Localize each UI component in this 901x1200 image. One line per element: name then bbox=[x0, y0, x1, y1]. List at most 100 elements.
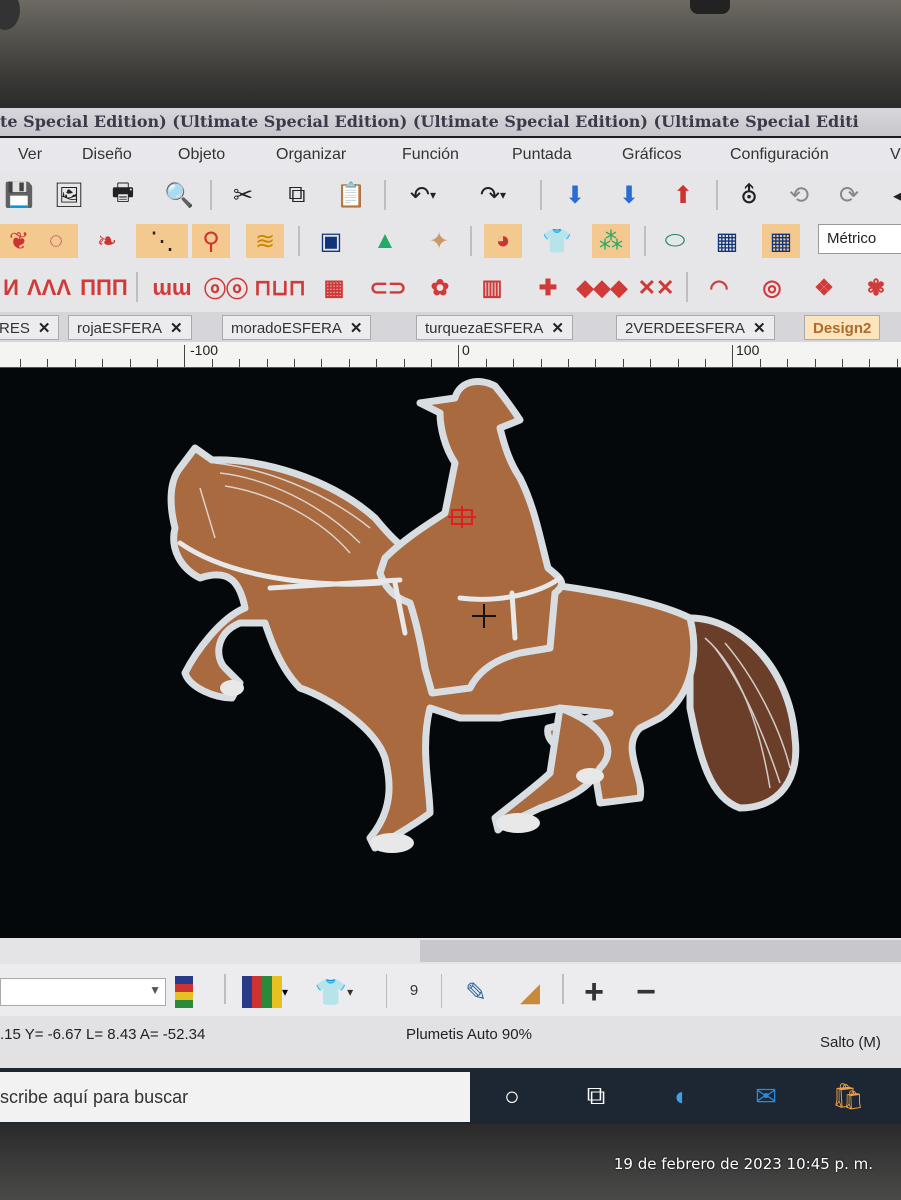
star-icon[interactable]: ✦ bbox=[420, 224, 458, 258]
horizontal-scrollbar[interactable] bbox=[0, 938, 901, 964]
save-icon[interactable]: 💾 bbox=[0, 178, 38, 212]
running-stitch-icon[interactable]: ⋱ bbox=[136, 224, 188, 258]
mail-icon[interactable]: ✉ bbox=[746, 1076, 786, 1116]
close-icon[interactable]: ✕ bbox=[753, 320, 766, 337]
ruler-minor-tick bbox=[623, 359, 624, 367]
toolbar-separator bbox=[686, 272, 688, 302]
tab-rojaesfera[interactable]: rojaESFERA ✕ bbox=[68, 315, 192, 340]
color-swatch-strip-icon[interactable] bbox=[172, 974, 196, 1010]
copy-icon[interactable]: ⧉ bbox=[278, 178, 316, 212]
tab-moradoesfera[interactable]: moradoESFERA ✕ bbox=[222, 315, 372, 340]
stitch-spiral-icon[interactable]: ◎ bbox=[750, 272, 794, 304]
tab-res[interactable]: RES ✕ bbox=[0, 315, 60, 340]
task-view-icon[interactable]: ⧉ bbox=[576, 1076, 616, 1116]
paint-bucket-icon[interactable]: ◢ bbox=[508, 974, 552, 1010]
redo-icon[interactable]: ↷ ▾ bbox=[468, 178, 518, 212]
thread-chart-select[interactable]: ▼ bbox=[0, 978, 166, 1006]
zoom-spin-input[interactable]: 9 bbox=[386, 974, 442, 1008]
stitch-wave-icon[interactable]: ɯɯ bbox=[148, 272, 196, 304]
stitch-x-pattern-icon[interactable]: ✕✕ bbox=[632, 272, 680, 304]
paste-icon[interactable]: 📋 bbox=[332, 178, 370, 212]
windows-taskbar: scribe aquí para buscar ○ ⧉ ◐ ✉ 🛍 bbox=[0, 1068, 901, 1124]
menu-item-funcion[interactable]: Función bbox=[402, 138, 459, 172]
scrollbar-thumb[interactable] bbox=[420, 940, 901, 962]
ruler-minor-tick bbox=[184, 359, 185, 367]
menu-item-diseno[interactable]: Diseño bbox=[82, 138, 132, 172]
print-preview-icon[interactable]: 🔍 bbox=[160, 178, 198, 212]
edge-browser-icon[interactable]: ◐ bbox=[662, 1076, 702, 1116]
hoop-icon[interactable]: ⬭ bbox=[656, 224, 694, 258]
applique-icon[interactable]: ◕ bbox=[484, 224, 522, 258]
taskbar-search-input[interactable]: scribe aquí para buscar bbox=[0, 1072, 470, 1122]
picture-icon[interactable]: ▣ bbox=[312, 224, 350, 258]
leaf-fill-icon[interactable]: ❧ bbox=[88, 224, 126, 258]
color-palette-icon[interactable]: ⁂ bbox=[592, 224, 630, 258]
stitch-fill-icon[interactable]: ▦ bbox=[312, 272, 356, 304]
tab-2verdeesfera[interactable]: 2VERDEESFERA ✕ bbox=[616, 315, 775, 340]
stitch-comb-icon[interactable]: ΠΠΠ bbox=[80, 272, 128, 304]
tab-label: moradoESFERA bbox=[231, 320, 342, 337]
toolbar-separator bbox=[224, 974, 226, 1004]
units-select[interactable]: Métrico bbox=[818, 224, 901, 254]
write-to-card-icon[interactable]: ⬇ bbox=[610, 178, 648, 212]
stitch-chain-icon[interactable]: ⊂⊃ bbox=[364, 272, 412, 304]
task-view-circle-icon[interactable]: ○ bbox=[492, 1076, 532, 1116]
stitch-ornament-icon[interactable]: ✾ bbox=[854, 272, 898, 304]
optimize-icon[interactable]: ⟳ bbox=[830, 178, 868, 212]
stitch-motif-icon[interactable]: ❖ bbox=[802, 272, 846, 304]
tab-label: 2VERDEESFERA bbox=[625, 320, 746, 337]
zoom-out-icon[interactable]: − bbox=[624, 973, 668, 1011]
fish-icon[interactable]: ≋ bbox=[246, 224, 284, 258]
stitch-square-wave-icon[interactable]: ⊓⊔⊓ bbox=[254, 272, 306, 304]
stitch-loop-icon[interactable]: ⓞⓞ bbox=[202, 272, 250, 304]
import-artwork-icon[interactable]: 🖼 bbox=[50, 178, 88, 212]
leaf-outline-icon[interactable]: ◌ bbox=[34, 224, 78, 258]
menu-item-graficos[interactable]: Gráficos bbox=[622, 138, 682, 172]
eyedropper-icon[interactable]: ✎ bbox=[454, 974, 498, 1010]
store-icon[interactable]: 🛍 bbox=[828, 1076, 868, 1116]
recolor-icon[interactable]: ⟲ bbox=[780, 178, 818, 212]
stitch-cross-icon[interactable]: ✚ bbox=[524, 272, 572, 304]
zoom-in-icon[interactable]: + bbox=[572, 973, 616, 1011]
feather-icon[interactable]: ❦ bbox=[0, 224, 38, 258]
tab-design2[interactable]: Design2 bbox=[804, 315, 881, 340]
stitch-player-icon[interactable]: ⛢ bbox=[730, 178, 768, 212]
color-grid-icon[interactable]: ▾ bbox=[236, 974, 294, 1010]
tab-turquezaesfera[interactable]: turquezaESFERA ✕ bbox=[416, 315, 573, 340]
close-icon[interactable]: ✕ bbox=[350, 320, 363, 337]
shapes-icon[interactable]: ▲ bbox=[366, 224, 404, 258]
menu-item-puntada[interactable]: Puntada bbox=[512, 138, 572, 172]
ruler-minor-tick bbox=[212, 359, 213, 367]
cut-icon[interactable]: ✂ bbox=[224, 178, 262, 212]
fabric-tshirt-icon[interactable]: 👕 ▾ bbox=[304, 974, 364, 1010]
grid-settings-icon[interactable]: ▦ bbox=[762, 224, 800, 258]
close-icon[interactable]: ✕ bbox=[170, 320, 183, 337]
tab-label: Design2 bbox=[813, 320, 872, 337]
grid-icon[interactable]: ▦ bbox=[708, 224, 746, 258]
colors-sequence-icon[interactable]: ⬆ bbox=[664, 178, 702, 212]
cactus-icon[interactable]: ⚲ bbox=[192, 224, 230, 258]
design-canvas[interactable] bbox=[0, 368, 901, 938]
menu-item-overflow[interactable]: V bbox=[890, 138, 901, 172]
close-icon[interactable]: ✕ bbox=[551, 320, 564, 337]
send-to-machine-icon[interactable]: ⬇ bbox=[556, 178, 594, 212]
tshirt-icon[interactable]: 👕 bbox=[538, 224, 576, 258]
menu-item-ver[interactable]: Ver bbox=[18, 138, 42, 172]
print-icon[interactable]: 🖶 bbox=[104, 178, 142, 212]
stitch-satin-icon[interactable]: ΛΛΛ bbox=[27, 272, 71, 304]
menu-item-objeto[interactable]: Objeto bbox=[178, 138, 225, 172]
window-title: te Special Edition) (Ultimate Special Ed… bbox=[0, 108, 901, 136]
stitch-ring-icon[interactable]: ✿ bbox=[418, 272, 462, 304]
menu-item-configuracion[interactable]: Configuración bbox=[730, 138, 829, 172]
stitch-zigzag-icon[interactable]: И bbox=[0, 272, 22, 304]
overflow-icon[interactable]: ◂ bbox=[880, 178, 901, 212]
close-icon[interactable]: ✕ bbox=[38, 320, 51, 337]
stitch-hatch-icon[interactable]: ▥ bbox=[470, 272, 514, 304]
undo-icon[interactable]: ↶ ▾ bbox=[398, 178, 448, 212]
stitch-arc-icon[interactable]: ◠ bbox=[696, 272, 742, 304]
design-tabs: RES ✕ rojaESFERA ✕ moradoESFERA ✕ turquezaE… bbox=[0, 312, 901, 342]
horse-rider-embroidery-design[interactable] bbox=[0, 368, 901, 938]
ruler-minor-tick bbox=[787, 359, 788, 367]
stitch-diamond-icon[interactable]: ◆◆◆ bbox=[577, 272, 628, 304]
menu-item-organizar[interactable]: Organizar bbox=[276, 138, 346, 172]
